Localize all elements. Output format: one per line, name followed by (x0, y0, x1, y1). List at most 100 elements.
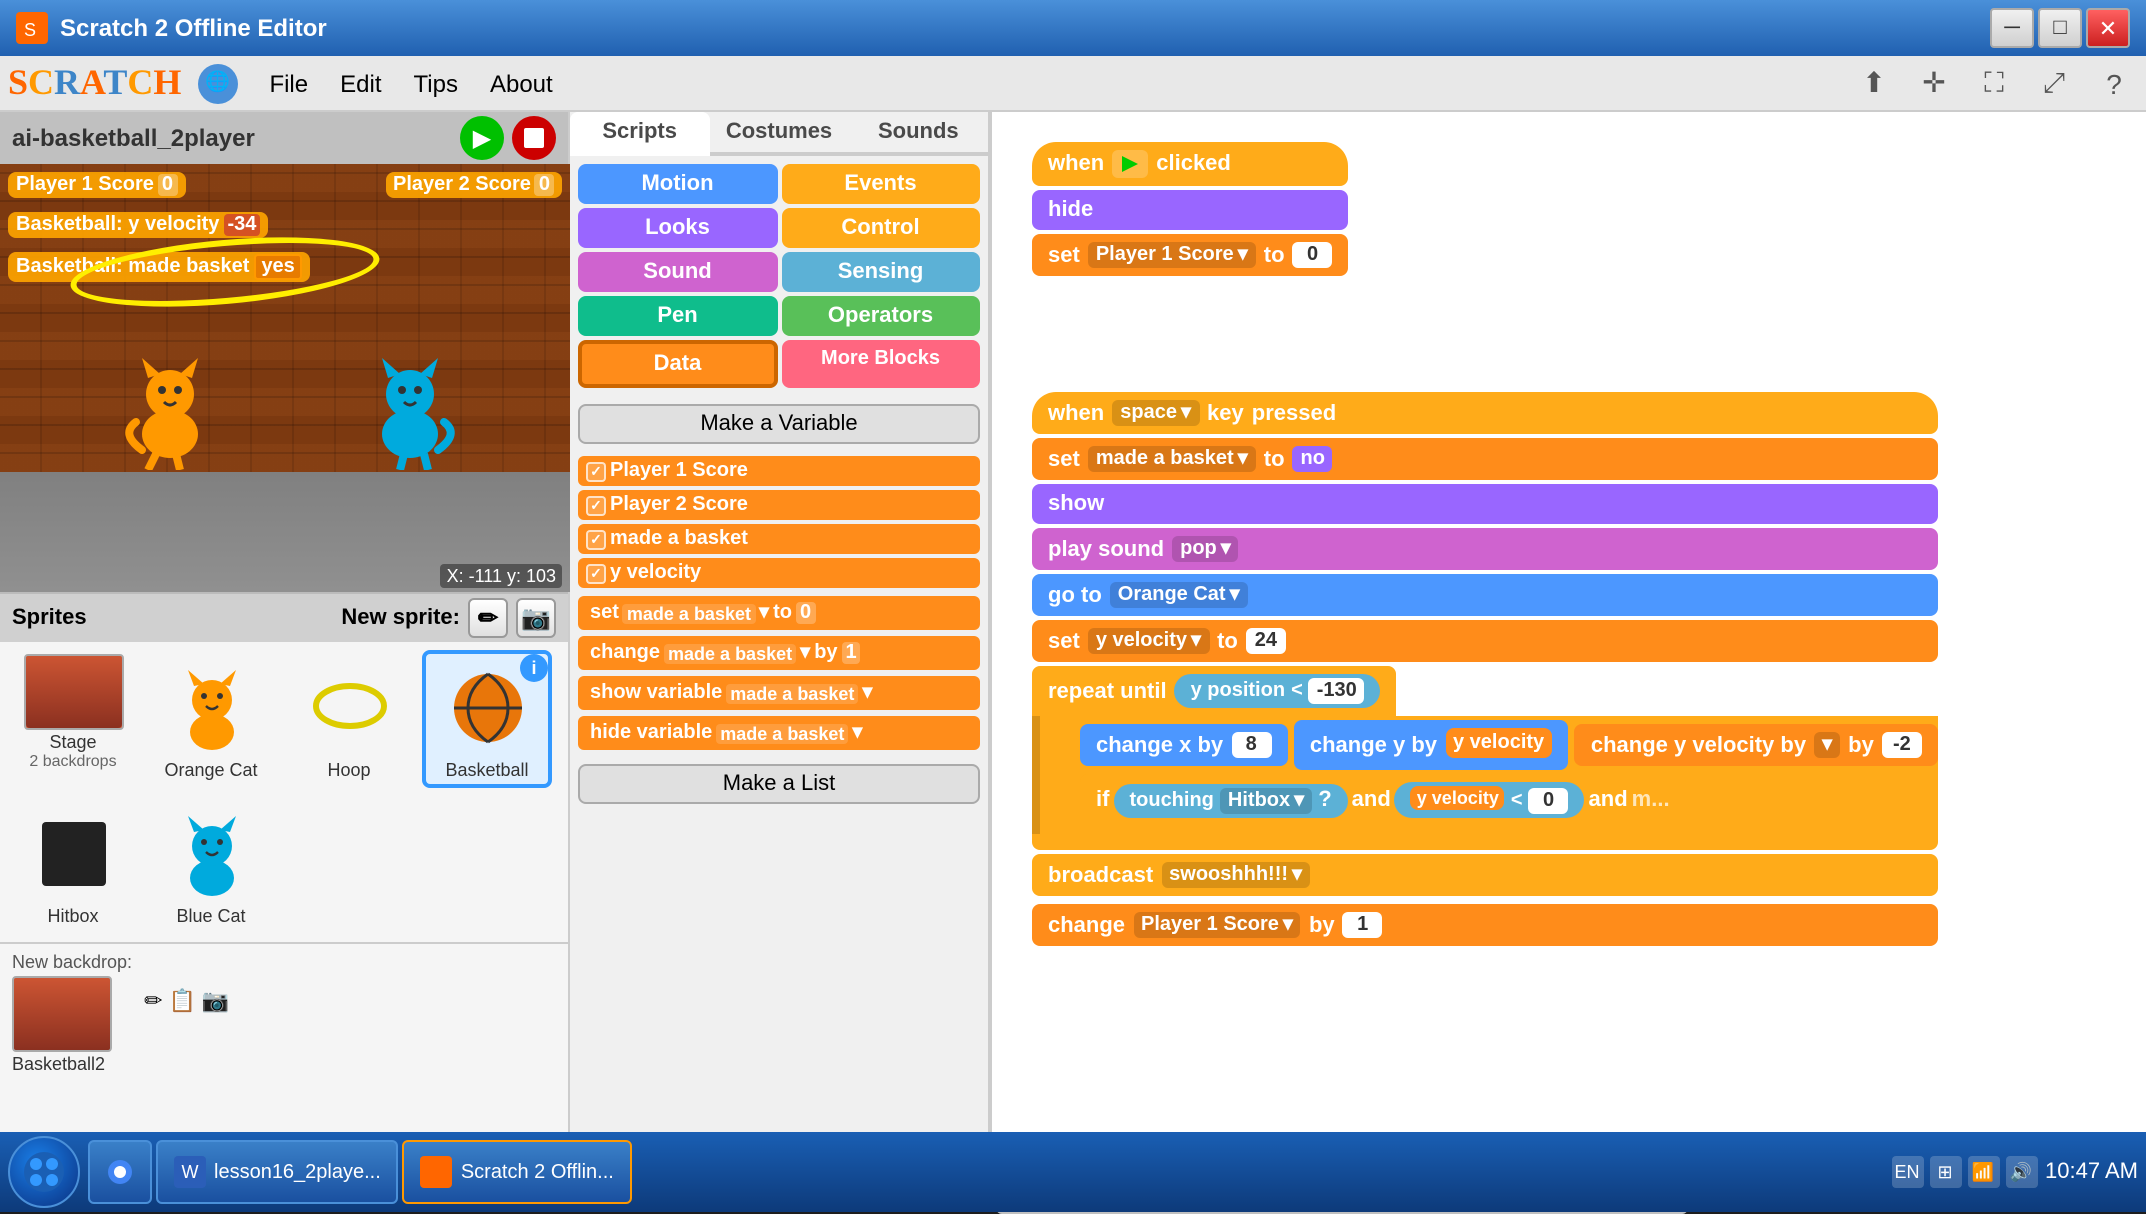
var-check-p1[interactable]: ✓ (586, 461, 606, 481)
zero-input[interactable]: 0 (1529, 787, 1569, 813)
repeat-until-hat[interactable]: repeat until y position < -130 (1032, 666, 1397, 716)
show-var-block[interactable]: show variable made a basket▾ (578, 676, 980, 710)
cat-events[interactable]: Events (781, 164, 980, 204)
var-check-made[interactable]: ✓ (586, 529, 606, 549)
copy-icon[interactable]: 📋 (169, 988, 196, 1014)
new-sprite-btn[interactable]: 📷 (516, 598, 556, 638)
cat-looks[interactable]: Looks (578, 208, 777, 248)
make-list-btn[interactable]: Make a List (578, 764, 980, 804)
change-made-block[interactable]: change made a basket▾ by 1 (578, 636, 980, 670)
by-1-input[interactable]: 1 (1343, 912, 1383, 938)
change-yvel-block[interactable]: change y velocity by ▾ by -2 (1575, 724, 1938, 766)
stage-sprite-item[interactable]: Stage 2 backdrops (8, 650, 138, 788)
hitbox-item[interactable]: Hitbox (8, 796, 138, 934)
cat-operators[interactable]: Operators (781, 296, 980, 336)
sound-dropdown[interactable]: pop ▾ (1172, 536, 1239, 562)
start-button[interactable] (8, 1136, 80, 1208)
set-yvel-block[interactable]: set y velocity ▾ to 24 (1032, 620, 1938, 662)
camera-icon[interactable]: 📷 (202, 988, 229, 1014)
show-block[interactable]: show (1032, 484, 1938, 524)
neg130-input[interactable]: -130 (1309, 678, 1365, 704)
show-var-dropdown[interactable]: made a basket (726, 683, 858, 703)
space-dropdown[interactable]: space ▾ (1112, 400, 1199, 426)
var-p2score[interactable]: ✓ Player 2 Score (578, 490, 980, 520)
add-icon[interactable]: ✛ (1910, 59, 1958, 107)
var-yvel[interactable]: ✓ y velocity (578, 558, 980, 588)
go-to-dropdown[interactable]: Orange Cat ▾ (1110, 582, 1248, 608)
if-block[interactable]: if touching Hitbox ▾ ? and (1080, 774, 1686, 826)
set-p1score-block[interactable]: set Player 1 Score ▾ to 0 (1032, 234, 1349, 276)
hitbox-dropdown[interactable]: Hitbox ▾ (1220, 787, 1312, 813)
taskbar-chrome[interactable] (88, 1140, 152, 1204)
x-val[interactable]: 8 (1231, 732, 1271, 758)
tab-sounds[interactable]: Sounds (849, 112, 988, 152)
p1score-change-dropdown[interactable]: Player 1 Score ▾ (1133, 912, 1301, 938)
globe-icon[interactable]: 🌐 (197, 63, 237, 103)
go-to-block[interactable]: go to Orange Cat ▾ (1032, 574, 1938, 616)
expand-icon[interactable]: ⤢ (2030, 59, 2078, 107)
tab-scripts[interactable]: Scripts (570, 112, 709, 156)
score-input-0[interactable]: 0 (1293, 242, 1333, 268)
taskbar-scratch[interactable]: Scratch 2 Offlin... (403, 1140, 632, 1204)
cat-motion[interactable]: Motion (578, 164, 777, 204)
taskbar-right: EN ⊞ 📶 🔊 10:47 AM (1891, 1156, 2138, 1188)
change-y-block[interactable]: change y by y velocity (1294, 720, 1568, 770)
menu-edit[interactable]: Edit (324, 65, 397, 101)
set-made-basket-block[interactable]: set made a basket ▾ to no (1032, 438, 1938, 480)
set-made-dropdown[interactable]: made a basket (623, 603, 755, 623)
var-check-yvel[interactable]: ✓ (586, 563, 606, 583)
hide-block[interactable]: hide (1032, 190, 1349, 230)
broadcast-block[interactable]: broadcast swooshhh!!! ▾ (1032, 854, 1938, 896)
fullscreen-icon[interactable]: ⛶ (1970, 59, 2018, 107)
cat-sound[interactable]: Sound (578, 252, 777, 292)
var-p1score[interactable]: ✓ Player 1 Score (578, 456, 980, 486)
no-input[interactable]: no (1293, 446, 1333, 472)
made-basket-dropdown[interactable]: made a basket ▾ (1088, 446, 1256, 472)
yvel-dropdown[interactable]: y velocity ▾ (1088, 628, 1209, 654)
upload-icon[interactable]: ⬆ (1850, 59, 1898, 107)
tab-costumes[interactable]: Costumes (709, 112, 848, 152)
maximize-button[interactable]: □ (2038, 8, 2082, 48)
when-space-block[interactable]: when space ▾ key pressed (1032, 392, 1938, 434)
new-sprite-section: New sprite: ✏ 📷 (341, 598, 556, 638)
neg2-input[interactable]: -2 (1882, 732, 1922, 758)
help-icon[interactable]: ? (2090, 59, 2138, 107)
hide-var-dropdown[interactable]: made a basket (716, 723, 848, 743)
p1score-dropdown[interactable]: Player 1 Score ▾ (1088, 242, 1256, 268)
scripts-area[interactable]: when clicked hide set (992, 112, 2146, 1188)
vel-input[interactable]: 24 (1246, 628, 1286, 654)
yvel-ref-block[interactable]: y velocity (1445, 728, 1552, 758)
cat-more[interactable]: More Blocks (781, 340, 980, 388)
stop-button[interactable] (512, 116, 556, 160)
change-x-block[interactable]: change x by 8 (1080, 724, 1287, 766)
orange-cat-thumb (161, 658, 261, 758)
blue-cat-item[interactable]: Blue Cat (146, 796, 276, 934)
change-score-block[interactable]: change Player 1 Score ▾ by 1 (1032, 904, 1938, 946)
close-button[interactable]: ✕ (2086, 8, 2130, 48)
yvel2-dropdown[interactable]: ▾ (1814, 732, 1840, 758)
when-clicked-block[interactable]: when clicked (1032, 142, 1349, 186)
cat-sensing[interactable]: Sensing (781, 252, 980, 292)
var-made[interactable]: ✓ made a basket (578, 524, 980, 554)
menu-tips[interactable]: Tips (398, 65, 474, 101)
menu-file[interactable]: File (253, 65, 324, 101)
play-sound-block[interactable]: play sound pop ▾ (1032, 528, 1938, 570)
edit-icon[interactable]: ✏ (144, 988, 162, 1014)
cat-pen[interactable]: Pen (578, 296, 777, 336)
green-flag-button[interactable]: ▶ (460, 116, 504, 160)
change-dropdown[interactable]: made a basket (664, 643, 796, 663)
set-made-block[interactable]: set made a basket▾ to 0 (578, 596, 980, 630)
minimize-button[interactable]: ─ (1990, 8, 2034, 48)
orange-cat-item[interactable]: Orange Cat (146, 650, 276, 788)
make-variable-btn[interactable]: Make a Variable (578, 404, 980, 444)
var-check-p2[interactable]: ✓ (586, 495, 606, 515)
hide-var-block[interactable]: hide variable made a basket▾ (578, 716, 980, 750)
menu-about[interactable]: About (474, 65, 569, 101)
broadcast-dropdown[interactable]: swooshhh!!! ▾ (1161, 862, 1310, 888)
basketball-item[interactable]: i Basketball (422, 650, 552, 788)
cat-control[interactable]: Control (781, 208, 980, 248)
cat-data[interactable]: Data (578, 340, 777, 388)
taskbar-word[interactable]: W lesson16_2playe... (156, 1140, 399, 1204)
hoop-item[interactable]: Hoop (284, 650, 414, 788)
paint-sprite-btn[interactable]: ✏ (468, 598, 508, 638)
